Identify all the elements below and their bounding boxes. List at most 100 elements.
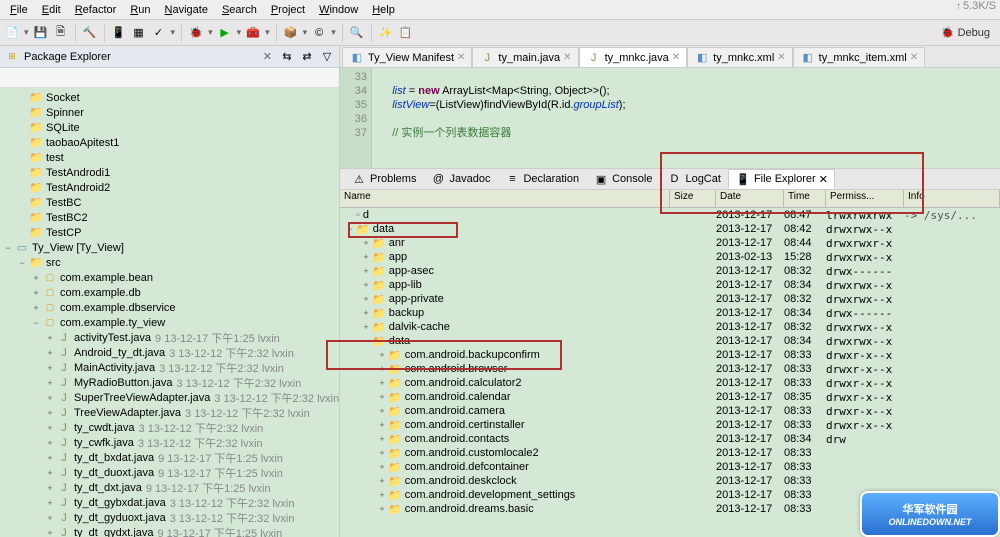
- close-icon[interactable]: ✕: [777, 52, 785, 63]
- hammer-icon[interactable]: 🔨: [82, 25, 98, 41]
- tree-item[interactable]: +▢com.example.dbservice: [0, 300, 339, 315]
- col-info[interactable]: Info: [904, 190, 1000, 207]
- new-icon[interactable]: 📄: [4, 25, 20, 41]
- tree-item[interactable]: 📁TestBC2: [0, 210, 339, 225]
- fe-row[interactable]: −📁data2013-12-1708:34drwxrwx--x: [340, 334, 1000, 348]
- col-name[interactable]: Name: [340, 190, 670, 207]
- close-icon[interactable]: ✕: [910, 52, 918, 63]
- fe-row[interactable]: +📁backup2013-12-1708:34drwx------: [340, 306, 1000, 320]
- new-class-icon[interactable]: ©: [311, 25, 327, 41]
- tree-item[interactable]: +Jty_cwfk.java3 13-12-12 下午2:32 lvxin: [0, 435, 339, 450]
- close-icon[interactable]: ✕: [563, 52, 571, 63]
- fe-row[interactable]: +📁com.android.defcontainer2013-12-1708:3…: [340, 460, 1000, 474]
- menu-icon[interactable]: ▽: [319, 49, 335, 65]
- tree-item[interactable]: 📁Socket: [0, 90, 339, 105]
- fe-row[interactable]: +📁com.android.deskclock2013-12-1708:33: [340, 474, 1000, 488]
- tree-item[interactable]: +Jty_dt_dxt.java9 13-12-17 下午1:25 lvxin: [0, 480, 339, 495]
- tree-item[interactable]: +JMainActivity.java3 13-12-12 下午2:32 lvx…: [0, 360, 339, 375]
- menu-file[interactable]: File: [4, 2, 34, 18]
- tab-file-explorer[interactable]: 📱File Explorer✕: [728, 169, 835, 189]
- doc-icon[interactable]: 📋: [398, 25, 414, 41]
- code-editor[interactable]: 3334353637 list = new ArrayList<Map<Stri…: [340, 68, 1000, 168]
- fe-row[interactable]: +📁com.android.contacts2013-12-1708:34drw: [340, 432, 1000, 446]
- close-icon[interactable]: ✕: [819, 173, 828, 186]
- tab-javadoc[interactable]: @Javadoc: [423, 169, 497, 189]
- editor-tab[interactable]: Jty_mnkc.java✕: [579, 47, 688, 67]
- tree-item[interactable]: +▢com.example.db: [0, 285, 339, 300]
- fe-body[interactable]: ▫d2013-12-1708:47lrwxrwxrwx-> /sys/...−📁…: [340, 208, 1000, 537]
- tree-item[interactable]: +Jty_cwdt.java3 13-12-12 下午2:32 lvxin: [0, 420, 339, 435]
- package-tree[interactable]: 📁Socket📁Spinner📁SQLite📁taobaoApitest1📁te…: [0, 88, 339, 537]
- tree-item[interactable]: +Jty_dt_bxdat.java9 13-12-17 下午1:25 lvxi…: [0, 450, 339, 465]
- tree-item[interactable]: +JTreeViewAdapter.java3 13-12-12 下午2:32 …: [0, 405, 339, 420]
- fe-row[interactable]: +📁app-lib2013-12-1708:34drwxrwx--x: [340, 278, 1000, 292]
- col-date[interactable]: Date: [716, 190, 784, 207]
- tree-item[interactable]: +JactivityTest.java9 13-12-17 下午1:25 lvx…: [0, 330, 339, 345]
- tab-logcat[interactable]: DLogCat: [659, 169, 727, 189]
- tree-item[interactable]: 📁SQLite: [0, 120, 339, 135]
- tree-item[interactable]: +JMyRadioButton.java3 13-12-12 下午2:32 lv…: [0, 375, 339, 390]
- menu-help[interactable]: Help: [366, 2, 401, 18]
- menu-edit[interactable]: Edit: [36, 2, 67, 18]
- fe-row[interactable]: +📁anr2013-12-1708:44drwxrwxr-x: [340, 236, 1000, 250]
- close-icon[interactable]: ✕: [260, 50, 275, 63]
- tree-item[interactable]: 📁Spinner: [0, 105, 339, 120]
- new-pkg-icon[interactable]: 📦: [283, 25, 299, 41]
- tree-item[interactable]: 📁TestCP: [0, 225, 339, 240]
- col-size[interactable]: Size: [670, 190, 716, 207]
- tree-item[interactable]: 📁TestAndroid2: [0, 180, 339, 195]
- run-icon[interactable]: ▶: [217, 25, 233, 41]
- save-all-icon[interactable]: 🗎: [53, 25, 69, 41]
- editor-tab[interactable]: ◧ty_mnkc_item.xml✕: [793, 47, 925, 67]
- fe-row[interactable]: −📁data2013-12-1708:42drwxrwx--x: [340, 222, 1000, 236]
- save-icon[interactable]: 💾: [33, 25, 49, 41]
- tree-item[interactable]: −📁src: [0, 255, 339, 270]
- menu-search[interactable]: Search: [216, 2, 263, 18]
- tree-item[interactable]: +Jty_dt_duoxt.java9 13-12-17 下午1:25 lvxi…: [0, 465, 339, 480]
- debug-perspective-button[interactable]: 🐞 Debug: [935, 24, 996, 41]
- menu-navigate[interactable]: Navigate: [159, 2, 214, 18]
- collapse-icon[interactable]: ⇆: [279, 49, 295, 65]
- col-time[interactable]: Time: [784, 190, 826, 207]
- close-icon[interactable]: ✕: [672, 52, 680, 63]
- editor-tab[interactable]: ◧Ty_View Manifest✕: [342, 47, 472, 67]
- avd-icon[interactable]: ▦: [131, 25, 147, 41]
- fe-row[interactable]: +📁com.android.browser2013-12-1708:33drwx…: [340, 362, 1000, 376]
- menu-window[interactable]: Window: [313, 2, 364, 18]
- wand-icon[interactable]: ✨: [378, 25, 394, 41]
- tab-problems[interactable]: ⚠Problems: [344, 169, 423, 189]
- tree-item[interactable]: +JAndroid_ty_dt.java3 13-12-12 下午2:32 lv…: [0, 345, 339, 360]
- search-icon[interactable]: 🔍: [349, 25, 365, 41]
- tree-item[interactable]: +▢com.example.bean: [0, 270, 339, 285]
- tree-item[interactable]: +Jty_dt_gydxt.java9 13-12-17 下午1:25 lvxi…: [0, 525, 339, 537]
- fe-row[interactable]: +📁com.android.certinstaller2013-12-1708:…: [340, 418, 1000, 432]
- menu-project[interactable]: Project: [265, 2, 311, 18]
- tree-item[interactable]: +Jty_dt_gyduoxt.java3 13-12-12 下午2:32 lv…: [0, 510, 339, 525]
- lint-icon[interactable]: ✓: [151, 25, 167, 41]
- fe-row[interactable]: +📁app2013-02-1315:28drwxrwx--x: [340, 250, 1000, 264]
- ext-tools-icon[interactable]: 🧰: [245, 25, 261, 41]
- fe-row[interactable]: ▫d2013-12-1708:47lrwxrwxrwx-> /sys/...: [340, 208, 1000, 222]
- debug-icon[interactable]: 🐞: [188, 25, 204, 41]
- editor-tab[interactable]: ◧ty_mnkc.xml✕: [687, 47, 793, 67]
- phone-icon[interactable]: 📱: [111, 25, 127, 41]
- fe-row[interactable]: +📁dalvik-cache2013-12-1708:32drwxrwx--x: [340, 320, 1000, 334]
- fe-row[interactable]: +📁com.android.calendar2013-12-1708:35drw…: [340, 390, 1000, 404]
- fe-row[interactable]: +📁app-asec2013-12-1708:32drwx------: [340, 264, 1000, 278]
- tree-item[interactable]: 📁taobaoApitest1: [0, 135, 339, 150]
- tree-item[interactable]: −▭Ty_View [Ty_View]: [0, 240, 339, 255]
- tree-item[interactable]: 📁test: [0, 150, 339, 165]
- fe-row[interactable]: +📁app-private2013-12-1708:32drwxrwx--x: [340, 292, 1000, 306]
- tab-console[interactable]: ▣Console: [586, 169, 659, 189]
- link-icon[interactable]: ⇄: [299, 49, 315, 65]
- fe-row[interactable]: +📁com.android.camera2013-12-1708:33drwxr…: [340, 404, 1000, 418]
- tab-declaration[interactable]: ≡Declaration: [497, 169, 586, 189]
- fe-row[interactable]: +📁com.android.backupconfirm2013-12-1708:…: [340, 348, 1000, 362]
- tree-item[interactable]: +JSuperTreeViewAdapter.java3 13-12-12 下午…: [0, 390, 339, 405]
- tree-item[interactable]: 📁TestBC: [0, 195, 339, 210]
- close-icon[interactable]: ✕: [457, 52, 465, 63]
- editor-tab[interactable]: Jty_main.java✕: [472, 47, 578, 67]
- tree-item[interactable]: 📁TestAndrodi1: [0, 165, 339, 180]
- tree-item[interactable]: −▢com.example.ty_view: [0, 315, 339, 330]
- fe-row[interactable]: +📁com.android.calculator22013-12-1708:33…: [340, 376, 1000, 390]
